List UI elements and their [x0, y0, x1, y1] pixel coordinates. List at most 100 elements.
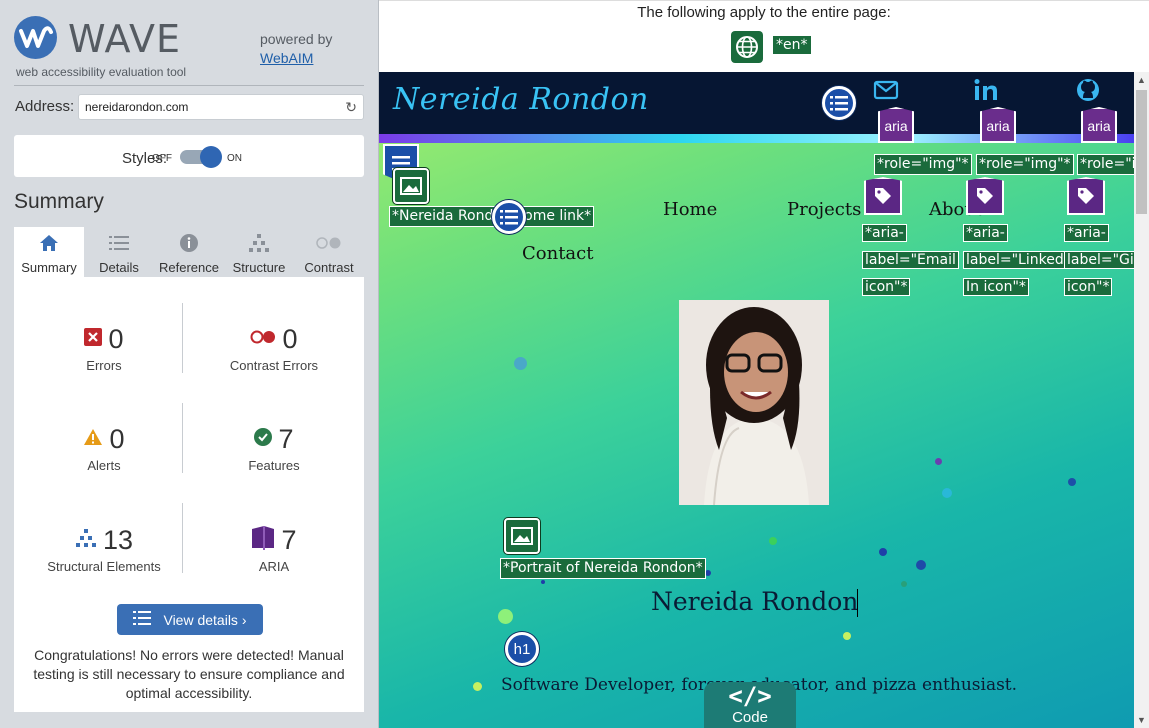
structural-count: 13: [102, 524, 134, 555]
image-feature-icon[interactable]: [504, 518, 540, 554]
wave-tagline: web accessibility evaluation tool: [16, 65, 187, 79]
page-scrollbar[interactable]: ▲ ▼: [1134, 72, 1149, 728]
nav-home[interactable]: Home: [663, 199, 717, 220]
linkedin-icon[interactable]: [972, 77, 1000, 103]
aria-label-icon[interactable]: [864, 177, 902, 215]
tab-reference[interactable]: Reference: [154, 227, 224, 277]
structure-icon: [75, 528, 97, 552]
features-count: 7: [278, 423, 294, 454]
decor-dot: [1068, 478, 1076, 486]
page-level-heading: The following apply to the entire page:: [637, 4, 891, 21]
portrait-image: [679, 300, 829, 505]
nav-contact[interactable]: Contact: [522, 243, 593, 264]
scroll-down-arrow-icon[interactable]: ▼: [1137, 715, 1146, 725]
globe-icon[interactable]: [731, 31, 763, 63]
scroll-thumb[interactable]: [1136, 90, 1147, 214]
tab-contrast[interactable]: Contrast: [294, 227, 364, 277]
summary-panel: 0 Errors 0 Contrast Errors 0 Alerts 7 Fe…: [14, 277, 364, 712]
errors-count: 0: [108, 323, 124, 354]
image-feature-icon[interactable]: [393, 168, 429, 204]
stat-features[interactable]: 7 Features: [189, 422, 359, 474]
code-label: Code: [732, 709, 768, 726]
tab-summary[interactable]: Summary: [14, 227, 84, 277]
language-tag: *en*: [773, 36, 811, 54]
structural-label: Structural Elements: [47, 559, 161, 574]
alerts-label: Alerts: [87, 458, 121, 473]
stat-structural[interactable]: 13 Structural Elements: [19, 523, 189, 575]
aria-icon: [251, 525, 275, 555]
aria-badge-icon[interactable]: aria: [1081, 107, 1117, 143]
aria-count: 7: [281, 524, 297, 555]
decor-dot: [879, 548, 887, 556]
powered-by-label: powered by: [260, 31, 333, 47]
portrait-alt-tag: *Portrait of Nereida Rondon*: [500, 558, 706, 579]
tab-label: Summary: [21, 260, 77, 275]
aria-badge-icon[interactable]: aria: [980, 107, 1016, 143]
aria-label-icon[interactable]: [1067, 177, 1105, 215]
scroll-up-arrow-icon[interactable]: ▲: [1137, 75, 1146, 85]
tab-structure[interactable]: Structure: [224, 227, 294, 277]
page-level-bar: The following apply to the entire page: …: [379, 0, 1149, 72]
styles-toggle-box: Styles: OFF ON: [14, 135, 364, 177]
list-icon: [133, 611, 152, 628]
home-icon: [14, 233, 84, 253]
aria-badge-icon[interactable]: aria: [878, 107, 914, 143]
tab-label: Structure: [232, 260, 286, 275]
view-details-button[interactable]: View details ›: [117, 604, 263, 635]
contrast-errors-count: 0: [282, 323, 298, 354]
address-input[interactable]: nereidarondon.com ↻: [78, 94, 364, 120]
h1-badge-icon[interactable]: h1: [505, 632, 539, 666]
nav-projects[interactable]: Projects: [787, 199, 861, 220]
stat-alerts[interactable]: 0 Alerts: [19, 422, 189, 473]
info-icon: [154, 233, 224, 253]
tab-bar: Summary Details Reference Structure Cont…: [14, 227, 364, 277]
styles-off-label: OFF: [152, 153, 172, 164]
feature-check-icon: [254, 427, 273, 451]
tab-label: Contrast: [304, 260, 354, 275]
aria-label-icon[interactable]: [966, 177, 1004, 215]
decor-dot: [843, 632, 851, 640]
congrats-message: Congratulations! No errors were detected…: [33, 647, 345, 701]
decor-dot: [473, 682, 482, 691]
email-icon[interactable]: [872, 77, 900, 103]
styles-toggle[interactable]: [180, 146, 222, 168]
code-icon: </>: [728, 682, 772, 710]
decor-dot: [514, 357, 527, 370]
address-label: Address:: [15, 98, 75, 115]
decor-dot: [935, 458, 942, 465]
site-brand[interactable]: Nereida Rondon: [393, 82, 649, 117]
alert-icon: [83, 428, 103, 451]
role-img-tag: *role="img"*: [1077, 154, 1134, 175]
error-icon: [84, 327, 103, 351]
address-value: nereidarondon.com: [85, 100, 189, 114]
view-details-label: View details ›: [163, 611, 247, 628]
webaim-link[interactable]: WebAIM: [260, 50, 313, 66]
reload-icon[interactable]: ↻: [345, 99, 357, 116]
tab-label: Reference: [159, 260, 219, 275]
github-icon[interactable]: [1074, 77, 1102, 103]
stat-errors[interactable]: 0 Errors: [19, 322, 189, 373]
stat-aria[interactable]: 7 ARIA: [189, 523, 359, 574]
decor-dot: [942, 488, 952, 498]
tab-label: Details: [99, 260, 139, 275]
wave-sidebar: WAVE web accessibility evaluation tool p…: [0, 0, 379, 728]
contrast-icon: [294, 233, 364, 253]
alerts-count: 0: [109, 423, 125, 454]
role-img-tag: *role="img"*: [874, 154, 972, 175]
tab-details[interactable]: Details: [84, 227, 154, 277]
aria-label: ARIA: [258, 559, 290, 574]
structure-icon: [224, 233, 294, 253]
code-toggle-button[interactable]: </> Code: [704, 682, 796, 728]
text-caret: [857, 589, 858, 617]
contrast-errors-label: Contrast Errors: [229, 358, 319, 373]
stat-contrast-errors[interactable]: 0 Contrast Errors: [189, 322, 359, 374]
header-gradient-bar: [379, 134, 1134, 143]
aria-label-email: *aria- label="Email icon"*: [862, 220, 959, 301]
wave-list-icon[interactable]: [822, 86, 856, 120]
decor-dot: [769, 537, 777, 545]
decor-dot: [916, 560, 926, 570]
wave-list-icon[interactable]: [492, 200, 526, 234]
aria-label-linkedin: *aria- label="Linked In icon"*: [963, 220, 1067, 301]
summary-heading: Summary: [14, 190, 104, 213]
decor-dot: [541, 580, 545, 584]
